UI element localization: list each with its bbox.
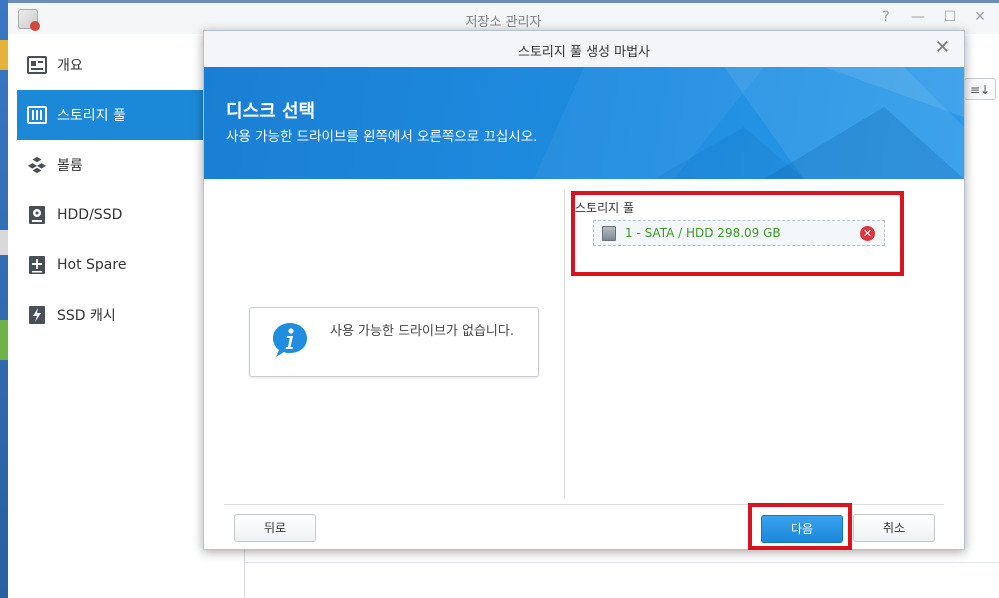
sidebar-item-ssd-cache[interactable]: SSD 캐시 xyxy=(17,290,217,340)
ssd-cache-icon xyxy=(27,305,47,325)
dialog-title: 스토리지 풀 생성 마법사 xyxy=(518,45,650,60)
close-icon[interactable]: ✕ xyxy=(970,9,990,25)
dialog-header[interactable]: 스토리지 풀 생성 마법사 ✕ xyxy=(204,31,964,68)
desktop-edge xyxy=(0,0,8,598)
info-icon xyxy=(273,323,307,357)
sidebar-item-label: 개요 xyxy=(57,58,83,74)
hot-spare-icon xyxy=(27,255,47,275)
desktop-icon xyxy=(0,230,8,255)
sidebar-item-label: SSD 캐시 xyxy=(57,308,116,324)
dialog-close-icon[interactable]: ✕ xyxy=(935,37,950,58)
volume-icon xyxy=(27,155,47,175)
help-icon[interactable]: ? xyxy=(876,9,896,25)
sidebar-item-hdd-ssd[interactable]: HDD/SSD xyxy=(17,190,217,240)
no-drives-text: 사용 가능한 드라이브가 없습니다. xyxy=(330,324,514,339)
banner-decoration xyxy=(534,67,964,179)
sidebar-item-label: Hot Spare xyxy=(57,257,127,273)
divider xyxy=(245,562,999,563)
window-title: 저장소 관리자 xyxy=(465,15,542,30)
sidebar-item-label: 볼륨 xyxy=(57,158,83,174)
banner-subtitle: 사용 가능한 드라이브를 왼쪽에서 오른쪽으로 끄십시오. xyxy=(226,129,538,145)
back-button[interactable]: 뒤로 xyxy=(234,514,316,542)
highlight-box xyxy=(571,191,904,276)
storage-pool-wizard-dialog: 스토리지 풀 생성 마법사 ✕ 디스크 선택 사용 가능한 드라이브를 왼쪽에서… xyxy=(203,30,965,550)
highlight-box xyxy=(748,503,852,550)
desktop-icon xyxy=(0,320,8,360)
overview-icon xyxy=(27,55,47,75)
sidebar-item-label: HDD/SSD xyxy=(57,207,123,223)
cancel-button[interactable]: 취소 xyxy=(853,514,935,542)
sidebar-item-overview[interactable]: 개요 xyxy=(17,40,217,90)
sidebar-item-hot-spare[interactable]: Hot Spare xyxy=(17,240,217,290)
sidebar-item-storage-pool[interactable]: 스토리지 풀 xyxy=(17,90,217,140)
banner-heading: 디스크 선택 xyxy=(226,101,316,122)
wizard-banner: 디스크 선택 사용 가능한 드라이브를 왼쪽에서 오른쪽으로 끄십시오. xyxy=(204,67,964,179)
minimize-icon[interactable]: — xyxy=(908,9,928,25)
sort-button[interactable]: ≡↓ xyxy=(964,78,996,100)
sidebar-item-label: 스토리지 풀 xyxy=(57,108,126,124)
maximize-icon[interactable]: ☐ xyxy=(940,9,960,25)
window-titlebar[interactable]: 저장소 관리자 ? — ☐ ✕ xyxy=(8,0,999,34)
available-drives-pane[interactable]: 사용 가능한 드라이브가 없습니다. xyxy=(204,179,564,501)
storage-pool-icon xyxy=(27,105,47,125)
no-drives-message: 사용 가능한 드라이브가 없습니다. xyxy=(249,307,539,377)
sidebar-item-volume[interactable]: 볼륨 xyxy=(17,140,217,190)
desktop-icon xyxy=(0,40,8,70)
hdd-icon xyxy=(27,205,47,225)
